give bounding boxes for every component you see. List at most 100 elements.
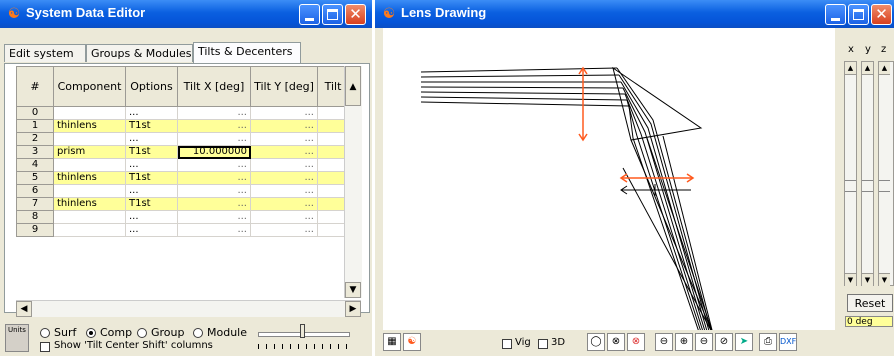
maximize-button[interactable] — [322, 4, 343, 25]
maximize-button[interactable] — [848, 4, 869, 25]
scroll-up-arrow-icon[interactable]: ▲ — [862, 62, 873, 75]
lens-marker-1[interactable] — [578, 66, 588, 142]
close-button[interactable]: ✕ — [871, 4, 892, 25]
zoom-out-icon[interactable]: ⊖ — [655, 333, 673, 351]
col-header-tilt-x[interactable]: Tilt X [deg] — [177, 66, 251, 107]
scroll-down-arrow-icon[interactable]: ▼ — [862, 273, 873, 286]
options-cell[interactable]: T1st — [125, 197, 178, 211]
component-cell[interactable] — [53, 158, 126, 172]
pointer-icon[interactable]: ➤ — [735, 333, 753, 351]
scroll-right-arrow-icon[interactable]: ▶ — [345, 301, 361, 317]
tab-edit-system[interactable]: Edit system — [4, 44, 86, 62]
table-row[interactable]: 3 prism T1st 10.000000... — [16, 145, 360, 159]
scroll-left-arrow-icon[interactable]: ◀ — [16, 301, 32, 317]
tilt-y-cell[interactable]: ... — [250, 223, 318, 237]
tilt-x-cell[interactable]: 10.000000 — [177, 145, 251, 159]
row-number-cell[interactable]: 0 — [16, 106, 54, 120]
col-header-component[interactable]: Component — [53, 66, 126, 107]
tilt-x-cell[interactable]: ... — [177, 106, 251, 120]
options-cell[interactable]: ... — [125, 184, 178, 198]
lens-drawing-canvas[interactable] — [383, 28, 835, 339]
component-cell[interactable] — [53, 223, 126, 237]
component-cell[interactable] — [53, 210, 126, 224]
scroll-up-arrow-icon[interactable]: ▲ — [345, 66, 361, 106]
options-cell[interactable]: T1st — [125, 119, 178, 133]
table-row[interactable]: 9......... — [16, 223, 360, 237]
component-cell[interactable]: thinlens — [53, 197, 126, 211]
minimize-button[interactable] — [299, 4, 320, 25]
units-button[interactable]: Units — [5, 324, 29, 352]
tilt-y-cell[interactable]: ... — [250, 184, 318, 198]
row-number-cell[interactable]: 1 — [16, 119, 54, 133]
col-header-num[interactable]: # — [16, 66, 54, 107]
vig-checkbox[interactable] — [502, 339, 512, 349]
close-button[interactable]: ✕ — [345, 4, 366, 25]
slider-thumb[interactable] — [300, 324, 305, 338]
show-tilt-center-shift-checkbox[interactable] — [40, 342, 50, 352]
row-number-cell[interactable]: 9 — [16, 223, 54, 237]
table-vertical-scrollbar[interactable]: ▲ ▼ — [344, 66, 362, 298]
zoom-minus-icon[interactable]: ⊖ — [695, 333, 713, 351]
dxf-export-icon[interactable]: DXF — [779, 333, 797, 351]
tilt-x-cell[interactable]: ... — [177, 132, 251, 146]
zoom-in-icon[interactable]: ⊕ — [675, 333, 693, 351]
prism-shape[interactable] — [612, 66, 703, 141]
component-cell[interactable]: prism — [53, 145, 126, 159]
tilt-x-cell[interactable]: ... — [177, 210, 251, 224]
table-row[interactable]: 7 thinlens T1st...... — [16, 197, 360, 211]
row-number-cell[interactable]: 6 — [16, 184, 54, 198]
layers-icon[interactable]: ▦ — [383, 333, 401, 351]
options-cell[interactable]: ... — [125, 106, 178, 120]
rotate-y-scrollbar[interactable]: ▲ ▼ — [861, 61, 874, 286]
scroll-down-arrow-icon[interactable]: ▼ — [879, 273, 890, 286]
scroll-down-arrow-icon[interactable]: ▼ — [345, 282, 361, 298]
print-icon[interactable]: ⎙ — [759, 333, 777, 351]
tilt-y-cell[interactable]: ... — [250, 197, 318, 211]
tab-tilts-decenters[interactable]: Tilts & Decenters — [193, 42, 301, 64]
lens-view-icon[interactable]: ◯ — [587, 333, 605, 351]
row-number-cell[interactable]: 3 — [16, 145, 54, 159]
col-header-tilt-y[interactable]: Tilt Y [deg] — [250, 66, 318, 107]
tilt-y-cell[interactable]: ... — [250, 158, 318, 172]
radio-module[interactable] — [193, 328, 203, 338]
tilt-x-cell[interactable]: ... — [177, 223, 251, 237]
tilt-y-cell[interactable]: ... — [250, 119, 318, 133]
component-cell[interactable]: thinlens — [53, 171, 126, 185]
scroll-up-arrow-icon[interactable]: ▲ — [879, 62, 890, 75]
component-cell[interactable] — [53, 106, 126, 120]
scroll-thumb[interactable] — [879, 180, 890, 192]
tilt-x-cell[interactable]: ... — [177, 184, 251, 198]
tilt-x-cell[interactable]: ... — [177, 158, 251, 172]
table-row[interactable]: 5 thinlens T1st...... — [16, 171, 360, 185]
row-number-cell[interactable]: 8 — [16, 210, 54, 224]
tilt-x-cell[interactable]: ... — [177, 171, 251, 185]
reset-button[interactable]: Reset — [847, 294, 893, 312]
table-row[interactable]: 4......... — [16, 158, 360, 172]
options-cell[interactable]: T1st — [125, 145, 178, 159]
component-cell[interactable]: thinlens — [53, 119, 126, 133]
row-number-cell[interactable]: 5 — [16, 171, 54, 185]
radio-surf[interactable] — [40, 328, 50, 338]
tilt-y-cell[interactable]: ... — [250, 145, 318, 159]
app-logo-icon[interactable]: ☯ — [403, 333, 421, 351]
options-cell[interactable]: ... — [125, 132, 178, 146]
zoom-fit-icon[interactable]: ⊘ — [715, 333, 733, 351]
minimize-button[interactable] — [825, 4, 846, 25]
cross-view-icon[interactable]: ⊗ — [607, 333, 625, 351]
tilt-x-cell[interactable]: ... — [177, 119, 251, 133]
table-horizontal-scrollbar[interactable]: ◀ ▶ — [16, 300, 361, 317]
table-row[interactable]: 8......... — [16, 210, 360, 224]
stop-view-icon[interactable]: ⊗ — [627, 333, 645, 351]
row-number-cell[interactable]: 2 — [16, 132, 54, 146]
scroll-up-arrow-icon[interactable]: ▲ — [845, 62, 856, 75]
table-row[interactable]: 0......... — [16, 106, 360, 120]
component-cell[interactable] — [53, 184, 126, 198]
rotate-x-scrollbar[interactable]: ▲ ▼ — [844, 61, 857, 286]
col-header-options[interactable]: Options — [125, 66, 178, 107]
scroll-thumb[interactable] — [862, 180, 873, 192]
radio-group[interactable] — [137, 328, 147, 338]
title-bar[interactable]: ☯ System Data Editor ✕ — [0, 0, 372, 28]
tilt-y-cell[interactable]: ... — [250, 171, 318, 185]
tab-groups-modules[interactable]: Groups & Modules — [86, 44, 193, 62]
table-row[interactable]: 1 thinlens T1st...... — [16, 119, 360, 133]
